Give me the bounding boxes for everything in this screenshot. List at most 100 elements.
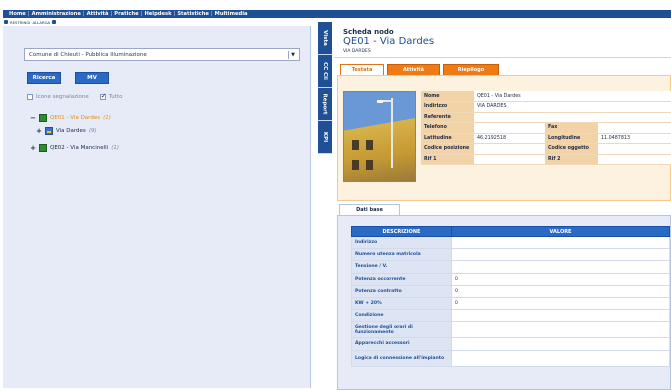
table-row: Numero utenza matricola [351,248,670,262]
field-nome: QE01 - Via Dardes [474,91,671,102]
nav-multimedia[interactable]: Multimedia [213,11,250,17]
vertical-tabs: Vista CC Cli Report KPI [318,22,332,154]
tree-item-qe01[interactable]: − QE01 - Via Dardes (1) [30,114,111,122]
nav-home[interactable]: Home [7,11,28,17]
tab-dati-base[interactable]: Dati base [339,204,400,215]
collapse-icon[interactable]: − [30,114,36,122]
nav-helpdesk[interactable]: Helpdesk [142,11,173,17]
nav-statistiche[interactable]: Statistiche [175,11,211,17]
table-row: Indirizzo [351,235,670,250]
area-select[interactable]: Comune di Chieuti - Pubblica Illuminazio… [24,48,300,61]
tutto-checkbox[interactable] [99,92,107,100]
tree-item-label[interactable]: QE01 - Via Dardes [50,115,100,121]
dati-base-panel: DESCRIZIONE VALORE Indirizzo Numero uten… [337,215,671,390]
field-longitudine: 11.0487813 [598,133,671,144]
row-key: Condizione [351,309,452,323]
nav-pratiche[interactable]: Pratiche [112,11,140,17]
row-value [451,321,670,339]
row-value [451,235,670,250]
area-select-value: Comune di Chieuti - Pubblica Illuminazio… [29,51,147,58]
tab-cc-cli-label: CC Cli [322,62,329,80]
tree-panel: Comune di Chieuti - Pubblica Illuminazio… [3,26,311,388]
field-label: Telefono [421,122,474,134]
field-label: Nome [421,91,474,102]
row-key: Potenza contratto [351,284,452,298]
node-info-table: Nome QE01 - Via Dardes Indirizzo VIA DAR… [421,91,671,165]
detail-header: Scheda nodo [343,28,394,36]
field-fax [598,122,671,134]
table-row: KW + 20% 0 [351,296,670,311]
tree-item-label[interactable]: QE02 - Via Mancinelli [50,145,108,151]
nav-attivita[interactable]: Attività [85,11,111,17]
tutto-label: Tutto [108,94,123,100]
panel-icon [39,114,47,122]
testata-panel: Nome QE01 - Via Dardes Indirizzo VIA DAR… [337,75,671,201]
chevron-down-icon[interactable]: ▼ [288,51,297,59]
panel-icon [39,144,47,152]
search-button[interactable]: Ricerca [27,72,61,84]
tree-item-label[interactable]: Via Dardes [56,128,86,134]
row-value: 0 [451,272,670,286]
table-row: Apparecchi accessori [351,337,670,351]
tab-kpi-label: KPI [322,131,328,143]
tab-vista-label: Vista [322,30,329,46]
row-value [451,248,670,262]
field-label: Rif 2 [545,154,598,165]
table-row: Gestione degli orari di funzionamento [351,321,670,339]
table-row: Condizione [351,309,670,323]
tree-item-qe02[interactable]: + QE02 - Via Mancinelli (1) [30,144,119,152]
tab-vista[interactable]: Vista [318,22,332,55]
field-indirizzo: VIA DARDES [474,101,671,113]
top-bar: Home | Amministrazione | Attività | Pratich… [0,0,671,25]
detail-title: QE01 - Via Dardes [343,36,435,47]
segnalazione-checkbox[interactable] [27,94,33,100]
row-key: Gestione degli orari di funzionamento [351,321,452,339]
main-nav: Home | Amministrazione | Attività | Pratich… [3,10,671,18]
field-rif2 [598,154,671,165]
field-telefono [474,122,545,134]
row-key: Numero utenza matricola [351,248,452,262]
detail-subtitle: VIA DARDES [343,49,371,54]
shrink-icon[interactable] [4,20,8,24]
row-key: Tensione / V. [351,260,452,274]
row-key: KW + 20% [351,296,452,311]
expand-icon[interactable]: + [30,144,36,152]
table-row: Potenza occorrente 0 [351,272,670,286]
expand-link[interactable]: ALLARGA [32,20,50,25]
row-value: 0 [451,284,670,298]
mv-button[interactable]: MV [75,72,109,84]
field-latitudine: 46.2192518 [474,133,545,144]
row-key: Apparecchi accessori [351,337,452,351]
tree-item-count: (1) [103,115,111,121]
tab-report[interactable]: Report [318,88,332,121]
segnalazione-label: Icone segnalazione [36,94,89,100]
tree-item-count: (9) [88,128,97,134]
table-row: Potenza contratto 0 [351,284,670,298]
panel-size-controls: RESTRINGI ALLARGA [4,19,57,25]
tab-cc-cli[interactable]: CC Cli [318,55,332,88]
field-label: Codice oggetto [545,143,598,155]
row-value [451,349,670,367]
node-photo [343,91,416,182]
expand-icon[interactable]: + [36,127,42,135]
field-referente [474,112,671,123]
table-row: Tensione / V. [351,260,670,274]
detail-panel: Scheda nodo QE01 - Via Dardes VIA DARDES… [334,22,671,390]
field-codice-oggetto [598,143,671,155]
field-label: Longitudine [545,133,598,144]
field-rif1 [474,154,545,165]
row-value: 0 [451,296,670,311]
nav-amministrazione[interactable]: Amministrazione [30,11,83,17]
row-value [451,309,670,323]
field-label: Codice posizione [421,143,474,155]
field-label: Latitudine [421,133,474,144]
divider [334,57,671,58]
expand-icon[interactable] [52,20,57,24]
shrink-link[interactable]: RESTRINGI [10,20,30,25]
tree-item-via-dardes[interactable]: + Via Dardes (9) [36,127,97,135]
column-header: DESCRIZIONE [351,226,452,237]
row-value [451,260,670,274]
tab-kpi[interactable]: KPI [318,121,332,154]
field-label: Indirizzo [421,101,474,113]
row-value [451,337,670,351]
